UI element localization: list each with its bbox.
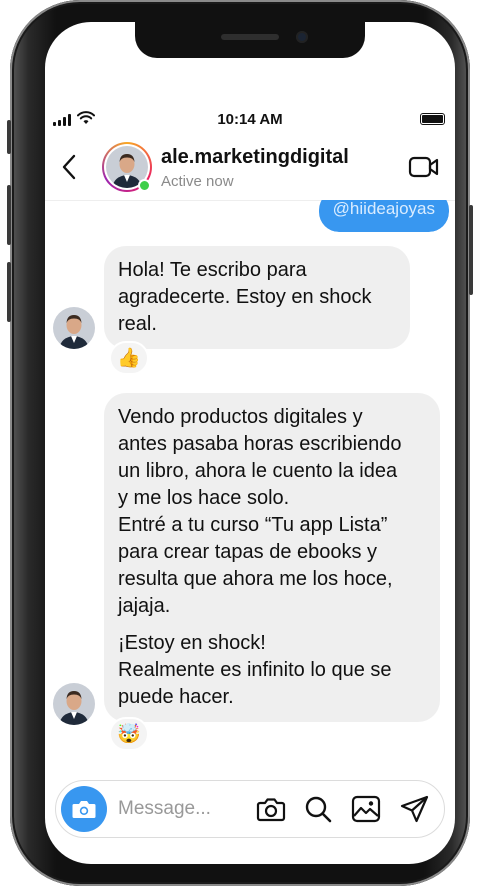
avatar-photo <box>53 683 95 725</box>
message-composer <box>55 780 445 838</box>
power-button <box>469 205 473 295</box>
sender-avatar <box>53 307 95 349</box>
phone-screen: 10:14 AM ale.marketingdigital Active now… <box>45 22 455 864</box>
reaction-thumbs-up[interactable]: 👍 <box>109 341 149 375</box>
received-message-bubble[interactable]: Hola! Te escribo para agradecerte. Estoy… <box>104 246 410 349</box>
volume-down-button <box>7 262 11 322</box>
thumbs-up-icon: 👍 <box>117 348 141 369</box>
send-icon[interactable] <box>400 795 430 823</box>
camera-outline-icon[interactable] <box>256 795 286 823</box>
front-camera <box>296 31 308 43</box>
camera-icon <box>72 801 96 818</box>
received-message-bubble[interactable]: Vendo productos digitales y antes pasaba… <box>104 393 440 722</box>
reaction-mind-blown[interactable]: 🤯 <box>109 717 149 751</box>
volume-up-button <box>7 185 11 245</box>
active-status-label: Active now <box>161 173 234 190</box>
chat-username[interactable]: ale.marketingdigital <box>161 146 349 169</box>
mute-switch <box>7 120 11 154</box>
chat-header: ale.marketingdigital Active now <box>45 137 455 199</box>
speaker <box>221 34 279 40</box>
search-icon[interactable] <box>304 795 332 823</box>
message-input[interactable] <box>118 795 248 823</box>
mind-blown-icon: 🤯 <box>117 724 141 745</box>
battery-icon <box>420 113 445 125</box>
phone-frame: 10:14 AM ale.marketingdigital Active now… <box>7 0 473 886</box>
message-text: Vendo productos digitales y antes pasaba… <box>118 406 402 617</box>
notch <box>135 22 365 58</box>
active-status-dot <box>138 179 151 192</box>
avatar-photo <box>53 307 95 349</box>
camera-button[interactable] <box>61 786 107 832</box>
status-bar: 10:14 AM <box>45 108 455 132</box>
message-text: Hola! Te escribo para agradecerte. Estoy… <box>118 259 372 335</box>
chevron-left-icon[interactable] <box>61 153 77 181</box>
message-text-second-paragraph: ¡Estoy en shock! Realmente es infinito l… <box>118 632 392 708</box>
status-time: 10:14 AM <box>217 111 283 128</box>
gallery-icon[interactable] <box>351 795 381 823</box>
sender-avatar <box>53 683 95 725</box>
video-camera-icon[interactable] <box>408 155 440 179</box>
